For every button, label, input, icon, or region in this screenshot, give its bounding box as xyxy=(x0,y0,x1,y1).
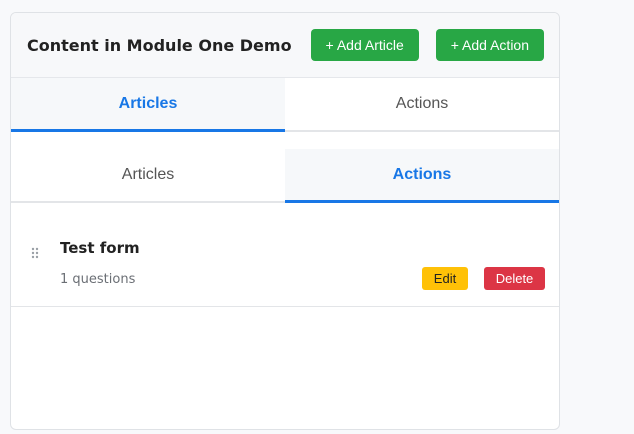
panel-title: Content in Module One Demo xyxy=(27,35,292,55)
tab-actions[interactable]: Actions xyxy=(285,78,559,130)
content-subtabs: Articles Actions xyxy=(11,149,559,203)
subtab-articles[interactable]: Articles xyxy=(11,149,285,201)
content-panel: Content in Module One Demo + Add Article… xyxy=(10,12,560,430)
drag-handle-icon[interactable] xyxy=(31,247,39,259)
tab-articles[interactable]: Articles xyxy=(11,78,285,132)
list-item: Test form 1 questions Edit Delete xyxy=(11,203,559,307)
delete-button[interactable]: Delete xyxy=(484,267,545,290)
subtab-actions[interactable]: Actions xyxy=(285,149,559,203)
edit-button[interactable]: Edit xyxy=(422,267,468,290)
panel-header: Content in Module One Demo + Add Article… xyxy=(11,13,559,78)
item-question-count: 1 questions xyxy=(60,272,136,287)
add-action-button[interactable]: + Add Action xyxy=(435,29,544,61)
item-title: Test form xyxy=(60,239,140,257)
add-article-button[interactable]: + Add Article xyxy=(310,29,419,61)
content-tabs: Articles Actions xyxy=(11,78,559,132)
